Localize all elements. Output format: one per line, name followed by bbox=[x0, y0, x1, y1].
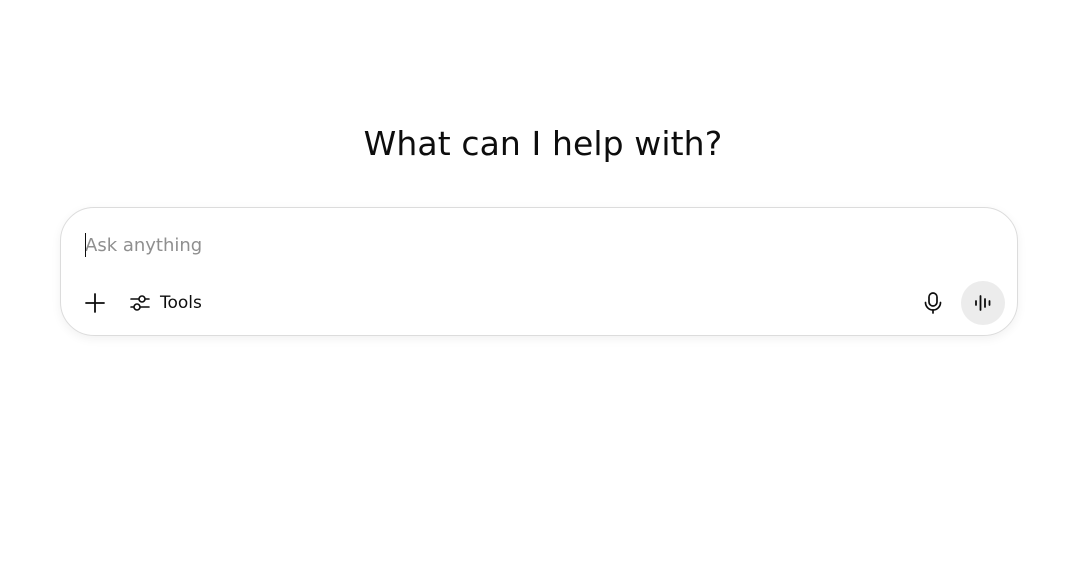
tools-label: Tools bbox=[160, 293, 202, 313]
page-title: What can I help with? bbox=[363, 124, 723, 163]
tools-button[interactable]: Tools bbox=[129, 285, 210, 321]
add-attachment-button[interactable] bbox=[77, 285, 113, 321]
voice-waveform-icon bbox=[975, 295, 991, 311]
composer-toolbar-right bbox=[915, 281, 1005, 325]
page: What can I help with? Tools bbox=[0, 0, 1086, 582]
composer-toolbar-left: Tools bbox=[77, 282, 210, 324]
dictate-button[interactable] bbox=[915, 285, 951, 321]
sliders-icon bbox=[130, 295, 150, 311]
prompt-input[interactable] bbox=[85, 230, 965, 260]
plus-icon bbox=[85, 293, 105, 313]
voice-mode-button[interactable] bbox=[961, 281, 1005, 325]
microphone-icon bbox=[924, 292, 942, 314]
text-cursor bbox=[85, 233, 86, 257]
prompt-composer[interactable]: Tools bbox=[60, 207, 1018, 336]
